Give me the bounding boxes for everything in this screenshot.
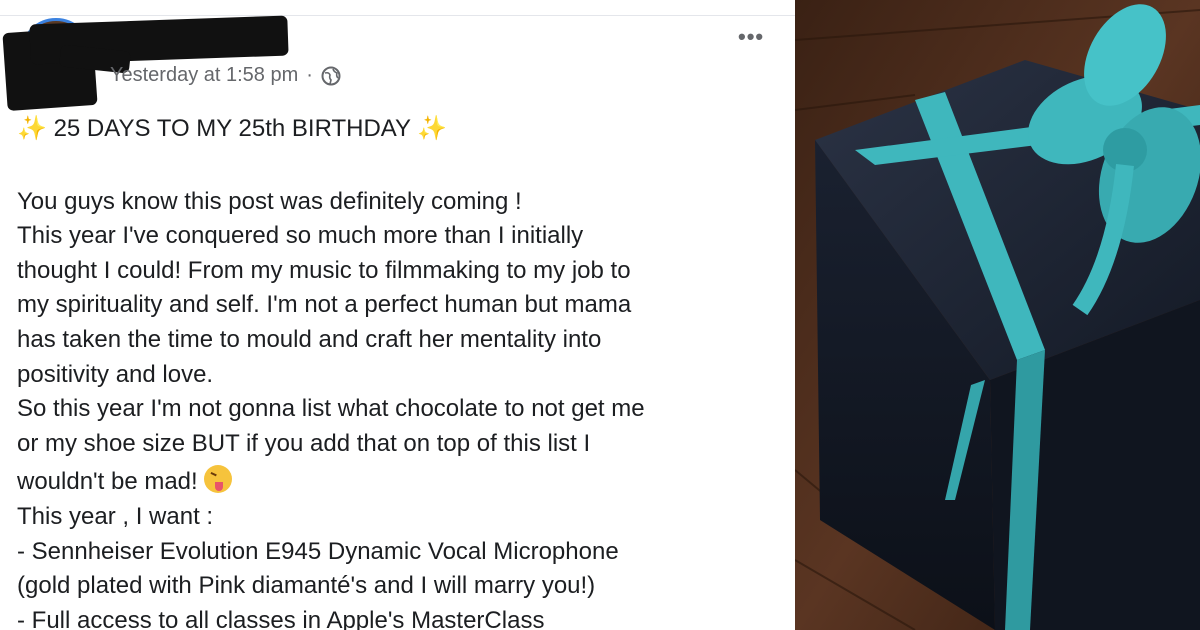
timestamp[interactable]: Yesterday at 1:58 pm [110,64,298,87]
post-line: - Full access to all classes in Apple's … [17,606,545,630]
heading-text: 25 DAYS TO MY 25th BIRTHDAY [53,115,411,142]
facebook-post: ling Yesterday at 1:58 pm · ••• ✨ 25 DAY… [0,0,795,630]
post-meta: Yesterday at 1:58 pm · [110,64,341,87]
post-line-text: wouldn't be mad! [17,468,198,496]
squinting-tongue-emoji-icon [204,465,233,494]
gift-photo [795,0,1200,630]
post-line: So this year I'm not gonna list what cho… [17,395,645,423]
post-line: thought I could! From my music to filmma… [17,256,631,284]
separator: · [306,64,313,86]
post-line: my spirituality and self. I'm not a perf… [17,291,632,319]
post-line: wouldn't be mad! [17,465,787,500]
post-line: positivity and love. [17,360,214,388]
post-line: has taken the time to mould and craft he… [17,325,602,353]
post-line: This year I've conquered so much more th… [17,222,584,250]
gift-box-icon [795,0,1200,630]
post-line: or my shoe size BUT if you add that on t… [17,429,591,457]
sparkles-icon: ✨ [17,115,47,142]
divider [0,15,795,16]
globe-icon[interactable] [321,66,341,86]
post-heading: ✨ 25 DAYS TO MY 25th BIRTHDAY ✨ [17,112,787,147]
post-line: You guys know this post was definitely c… [17,187,522,215]
sparkles-icon: ✨ [417,115,448,142]
more-options-button[interactable]: ••• [738,24,764,50]
post-line: (gold plated with Pink diamanté's and I … [17,572,596,600]
post-body: ✨ 25 DAYS TO MY 25th BIRTHDAY ✨ You guys… [17,112,787,630]
post-line: This year , I want : [17,502,214,530]
post-line: - Sennheiser Evolution E945 Dynamic Voca… [17,537,619,565]
